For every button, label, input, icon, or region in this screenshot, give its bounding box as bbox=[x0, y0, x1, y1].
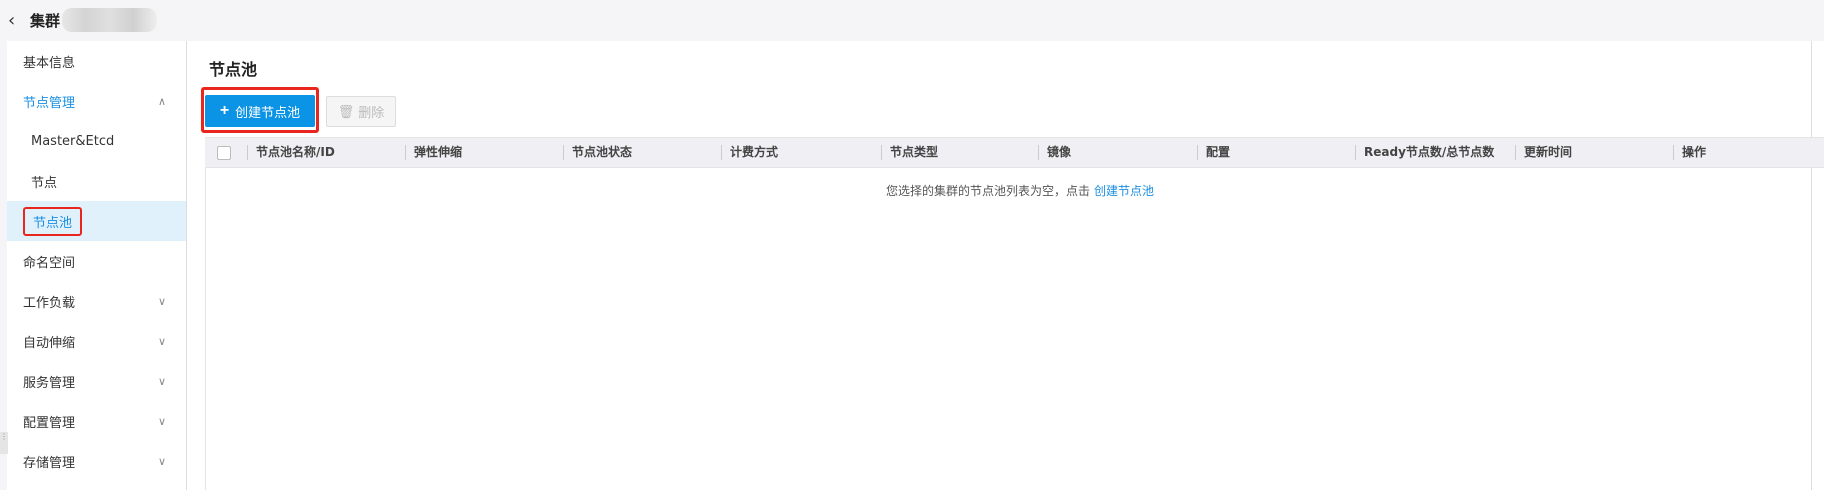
table-border bbox=[205, 168, 206, 490]
column-header[interactable]: Ready节点数/总节点数 bbox=[1355, 145, 1494, 160]
top-bar: ‹ 集群 bbox=[0, 0, 1824, 40]
sidebar-item-service[interactable]: 服务管理 ∨ bbox=[7, 361, 186, 401]
sidebar-item-storage[interactable]: 存储管理 ∨ bbox=[7, 441, 186, 481]
column-header[interactable]: 弹性伸缩 bbox=[405, 145, 462, 160]
sidebar-item-namespace[interactable]: 命名空间 bbox=[7, 241, 186, 281]
sidebar-item-label: 命名空间 bbox=[23, 255, 76, 271]
plus-icon: + bbox=[219, 102, 230, 119]
column-header[interactable]: 操作 bbox=[1673, 145, 1706, 160]
column-header[interactable]: 节点池状态 bbox=[563, 145, 632, 160]
column-header[interactable]: 配置 bbox=[1197, 145, 1230, 160]
sidebar-item-master-etcd[interactable]: Master&Etcd bbox=[7, 121, 186, 161]
main-panel bbox=[187, 41, 1824, 490]
chevron-down-icon: ∨ bbox=[157, 374, 166, 388]
sidebar-item-label: 节点池 bbox=[23, 206, 83, 236]
column-header[interactable]: 节点池名称/ID bbox=[247, 145, 335, 160]
sidebar-item-config[interactable]: 配置管理 ∨ bbox=[7, 401, 186, 441]
column-header[interactable]: 计费方式 bbox=[721, 145, 778, 160]
sidebar-item-label: Master&Etcd bbox=[31, 133, 115, 149]
cluster-title: 集群 bbox=[30, 11, 61, 30]
create-node-pool-button[interactable]: + 创建节点池 bbox=[205, 95, 315, 127]
empty-state: 您选择的集群的节点池列表为空，点击 创建节点池 bbox=[886, 182, 1154, 199]
sidebar-collapse-handle[interactable]: ⋮ bbox=[0, 432, 8, 454]
sidebar-item-label: 基本信息 bbox=[23, 55, 76, 71]
sidebar-item-workload[interactable]: 工作负载 ∨ bbox=[7, 281, 186, 321]
sidebar: 基本信息 节点管理 ∧ Master&Etcd 节点 节点池 命名空间 工作负载 ∨… bbox=[7, 41, 187, 490]
column-header[interactable]: 节点类型 bbox=[881, 145, 938, 160]
sidebar-item-label: 节点 bbox=[31, 175, 58, 191]
sidebar-item-label: 服务管理 bbox=[23, 375, 76, 391]
chevron-down-icon: ∨ bbox=[157, 414, 166, 428]
sidebar-item-node-management[interactable]: 节点管理 ∧ bbox=[7, 81, 186, 121]
sidebar-item-autoscaling[interactable]: 自动伸缩 ∨ bbox=[7, 321, 186, 361]
sidebar-item-label: 存储管理 bbox=[23, 455, 76, 471]
redacted-cluster-name bbox=[62, 8, 158, 32]
divider bbox=[1811, 41, 1812, 490]
button-label: 删除 bbox=[358, 105, 385, 120]
delete-button[interactable]: 🗑 删除 bbox=[326, 96, 396, 127]
chevron-down-icon: ∨ bbox=[157, 334, 166, 348]
empty-text: 您选择的集群的节点池列表为空，点击 bbox=[886, 184, 1091, 198]
chevron-up-icon: ∧ bbox=[157, 94, 166, 108]
trash-icon: 🗑 bbox=[337, 103, 355, 119]
sidebar-item-label: 节点管理 bbox=[23, 95, 76, 111]
create-node-pool-link[interactable]: 创建节点池 bbox=[1094, 184, 1154, 198]
chevron-down-icon: ∨ bbox=[157, 294, 166, 308]
column-header[interactable]: 镜像 bbox=[1038, 145, 1071, 160]
sidebar-item-node-pool[interactable]: 节点池 bbox=[7, 201, 186, 241]
table-header: 节点池名称/ID 弹性伸缩 节点池状态 计费方式 节点类型 镜像 配置 Read… bbox=[205, 137, 1824, 168]
button-label: 创建节点池 bbox=[235, 104, 301, 120]
sidebar-item-label: 工作负载 bbox=[23, 295, 76, 311]
page-title: 节点池 bbox=[209, 60, 258, 79]
sidebar-item-label: 自动伸缩 bbox=[23, 335, 76, 351]
sidebar-item-basic-info[interactable]: 基本信息 bbox=[7, 41, 186, 81]
select-all-checkbox[interactable] bbox=[217, 146, 231, 160]
chevron-left-icon[interactable]: ‹ bbox=[8, 10, 30, 31]
column-header[interactable]: 更新时间 bbox=[1515, 145, 1572, 160]
sidebar-item-label: 配置管理 bbox=[23, 415, 76, 431]
sidebar-item-nodes[interactable]: 节点 bbox=[7, 161, 186, 201]
chevron-down-icon: ∨ bbox=[157, 454, 166, 468]
